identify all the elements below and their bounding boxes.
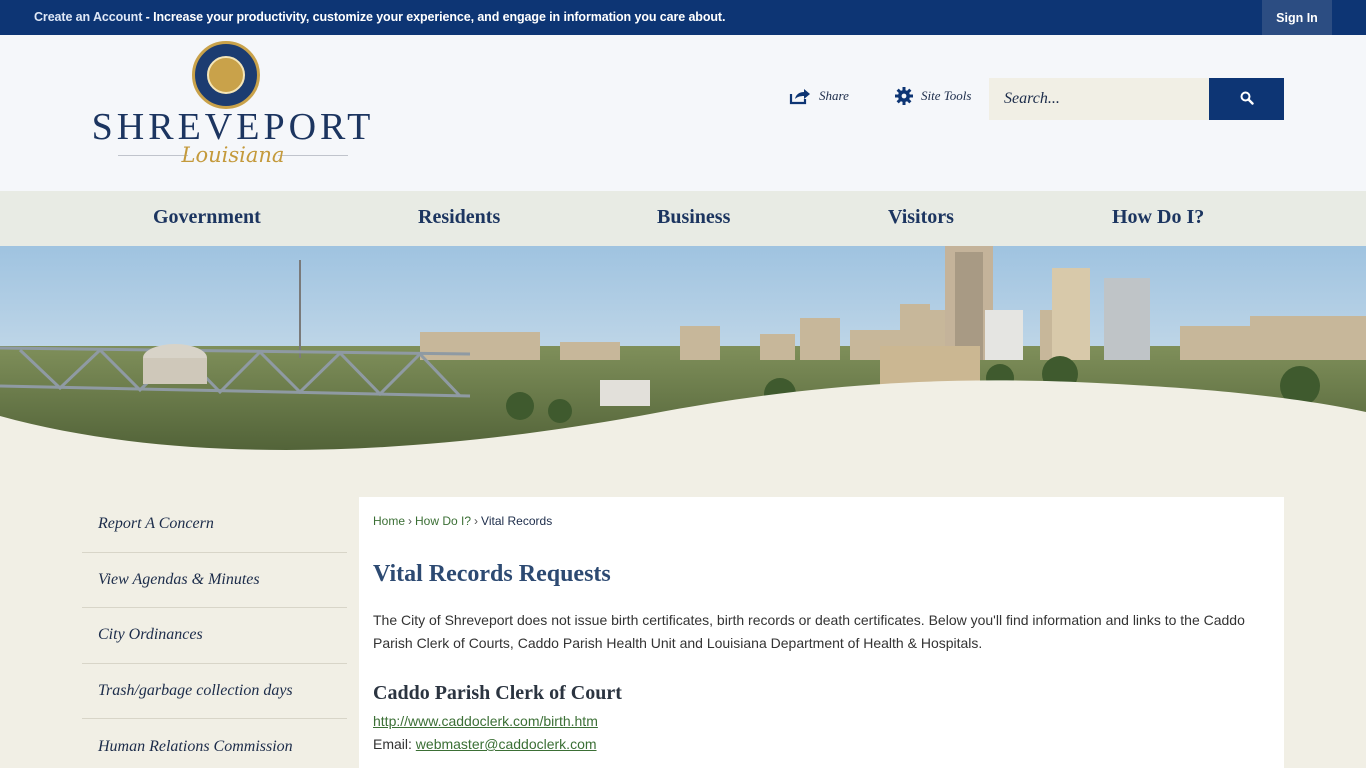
nav-residents[interactable]: Residents: [418, 206, 500, 229]
intro-paragraph: The City of Shreveport does not issue bi…: [373, 612, 1245, 651]
clerk-website-link[interactable]: http://www.caddoclerk.com/birth.htm: [373, 713, 598, 729]
clerk-email-link[interactable]: webmaster@caddoclerk.com: [416, 736, 597, 752]
sidebar-item-agendas-minutes[interactable]: View Agendas & Minutes: [82, 553, 347, 608]
breadcrumb-current: Vital Records: [481, 514, 553, 528]
sign-in-button[interactable]: Sign In: [1262, 0, 1332, 35]
account-message-text: - Increase your productivity, customize …: [142, 10, 726, 24]
city-seal-icon: [192, 41, 260, 109]
site-tools-button[interactable]: Site Tools: [895, 87, 971, 105]
share-icon: [789, 87, 811, 105]
nav-business[interactable]: Business: [657, 206, 730, 229]
clerk-email-row: Email: webmaster@caddoclerk.com: [373, 736, 597, 752]
search-button[interactable]: [1209, 78, 1284, 120]
nav-visitors[interactable]: Visitors: [888, 206, 954, 229]
site-tools-label: Site Tools: [921, 88, 972, 103]
share-label: Share: [819, 88, 849, 103]
account-message: Create an Account - Increase your produc…: [34, 10, 725, 24]
gear-icon: [895, 87, 913, 105]
section-title: Caddo Parish Clerk of Court: [373, 682, 622, 704]
breadcrumb-how-do-i[interactable]: How Do I?: [415, 514, 471, 528]
nav-government[interactable]: Government: [153, 206, 261, 229]
breadcrumb-separator: ›: [474, 514, 479, 528]
nav-how-do-i[interactable]: How Do I?: [1112, 206, 1204, 229]
breadcrumb: Home › How Do I? › Vital Records: [373, 514, 552, 528]
search-input[interactable]: [989, 78, 1209, 120]
account-bar: Create an Account - Increase your produc…: [0, 0, 1366, 35]
skyline-image: [0, 246, 1366, 458]
email-label: Email:: [373, 736, 416, 752]
search-icon: [1240, 91, 1254, 108]
logo-script: Louisiana: [181, 143, 285, 167]
sidebar-item-trash-collection[interactable]: Trash/garbage collection days: [82, 664, 347, 719]
skyline-banner: [0, 246, 1366, 458]
search-form: [989, 78, 1284, 120]
sidebar-item-human-relations[interactable]: Human Relations Commission: [82, 719, 347, 768]
sidebar-item-report-concern[interactable]: Report A Concern: [82, 497, 347, 553]
create-account-link[interactable]: Create an Account: [34, 10, 142, 24]
site-header: SHREVEPORT Louisiana Share Site Tools Se…: [0, 35, 1366, 191]
main-content: Home › How Do I? › Vital Records Vital Recor…: [359, 497, 1284, 768]
breadcrumb-home[interactable]: Home: [373, 514, 405, 528]
share-button[interactable]: Share: [789, 87, 849, 105]
main-navigation: Government Residents Business Visitors H…: [0, 191, 1366, 246]
page-title: Vital Records Requests: [373, 561, 611, 587]
sidebar-item-city-ordinances[interactable]: City Ordinances: [82, 608, 347, 664]
breadcrumb-separator: ›: [408, 514, 413, 528]
sidebar-quick-links: Report A Concern View Agendas & Minutes …: [82, 497, 347, 768]
site-logo[interactable]: SHREVEPORT Louisiana: [86, 41, 380, 186]
